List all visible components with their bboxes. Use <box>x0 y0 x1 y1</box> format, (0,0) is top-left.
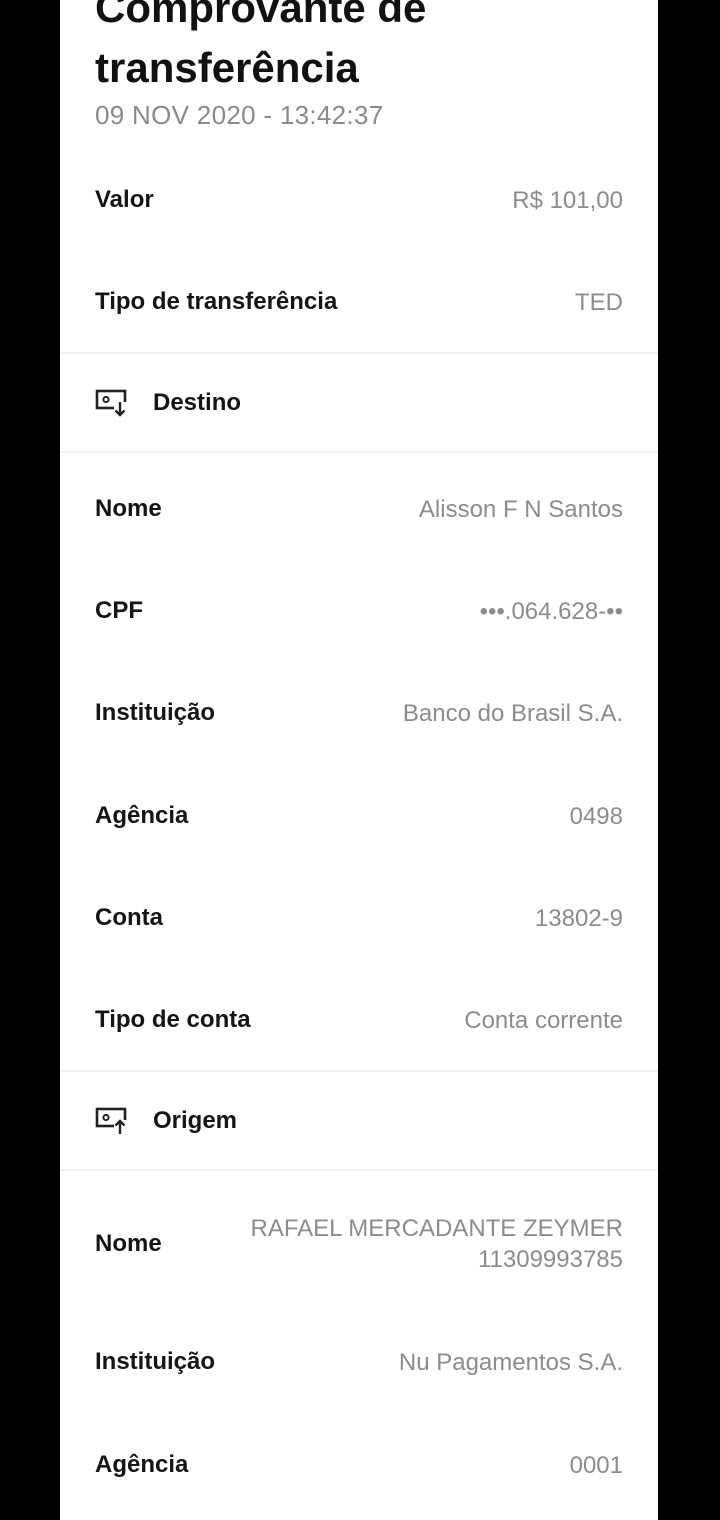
origem-nome-value: RAFAEL MERCADANTE ZEYMER 11309993785 <box>250 1213 623 1275</box>
origem-agencia-label: Agência <box>95 1451 189 1478</box>
destino-nome-value: Alisson F N Santos <box>418 495 623 523</box>
transfer-datetime: 09 NOV 2020 - 13:42:37 <box>95 100 384 130</box>
row-origem-nome: Nome RAFAEL MERCADANTE ZEYMER 1130999378… <box>95 1208 623 1280</box>
section-title-destino: Destino <box>153 388 242 416</box>
origem-nome-line2: 11309993785 <box>477 1246 623 1273</box>
destino-agencia-label: Agência <box>95 802 189 829</box>
row-destino-instituicao: Instituição Banco do Brasil S.A. <box>95 693 623 733</box>
destino-instituicao-label: Instituição <box>95 699 216 726</box>
destino-agencia-value: 0498 <box>569 802 623 830</box>
receive-money-icon <box>95 389 127 417</box>
destino-tipo-conta-value: Conta corrente <box>464 1006 623 1034</box>
tipo-transferencia-value: TED <box>575 288 623 316</box>
row-destino-agencia: Agência 0498 <box>95 796 623 836</box>
origem-instituicao-label: Instituição <box>95 1348 216 1375</box>
tipo-transferencia-label: Tipo de transferência <box>95 288 338 315</box>
receipt-sheet: Comprovante de transferência 09 NOV 2020… <box>60 0 658 1520</box>
section-origem: Origem <box>60 1070 658 1171</box>
send-money-icon <box>95 1107 127 1135</box>
section-destino: Destino <box>60 352 658 453</box>
row-origem-instituicao: Instituição Nu Pagamentos S.A. <box>95 1342 623 1382</box>
row-destino-tipo-conta: Tipo de conta Conta corrente <box>95 1000 623 1040</box>
destino-nome-label: Nome <box>95 495 162 522</box>
row-destino-cpf: CPF •••.064.628-•• <box>95 591 623 631</box>
destino-conta-value: 13802-9 <box>534 904 623 932</box>
row-destino-conta: Conta 13802-9 <box>95 898 623 938</box>
origem-instituicao-value: Nu Pagamentos S.A. <box>398 1348 623 1376</box>
destino-cpf-label: CPF <box>95 597 143 624</box>
row-origem-agencia: Agência 0001 <box>95 1445 623 1485</box>
valor-value: R$ 101,00 <box>512 186 623 214</box>
row-destino-nome: Nome Alisson F N Santos <box>95 489 623 529</box>
page-title: Comprovante de transferência <box>95 0 427 91</box>
origem-agencia-value: 0001 <box>569 1451 623 1479</box>
row-valor: Valor R$ 101,00 <box>95 180 623 220</box>
destino-tipo-conta-label: Tipo de conta <box>95 1006 251 1033</box>
destino-cpf-value: •••.064.628-•• <box>479 597 623 625</box>
destino-conta-label: Conta <box>95 904 163 931</box>
row-tipo-transferencia: Tipo de transferência TED <box>95 282 623 322</box>
valor-label: Valor <box>95 186 154 213</box>
origem-nome-line1: RAFAEL MERCADANTE ZEYMER <box>250 1215 623 1242</box>
destino-instituicao-value: Banco do Brasil S.A. <box>402 699 623 727</box>
section-title-origem: Origem <box>153 1106 238 1134</box>
origem-nome-label: Nome <box>95 1230 162 1257</box>
